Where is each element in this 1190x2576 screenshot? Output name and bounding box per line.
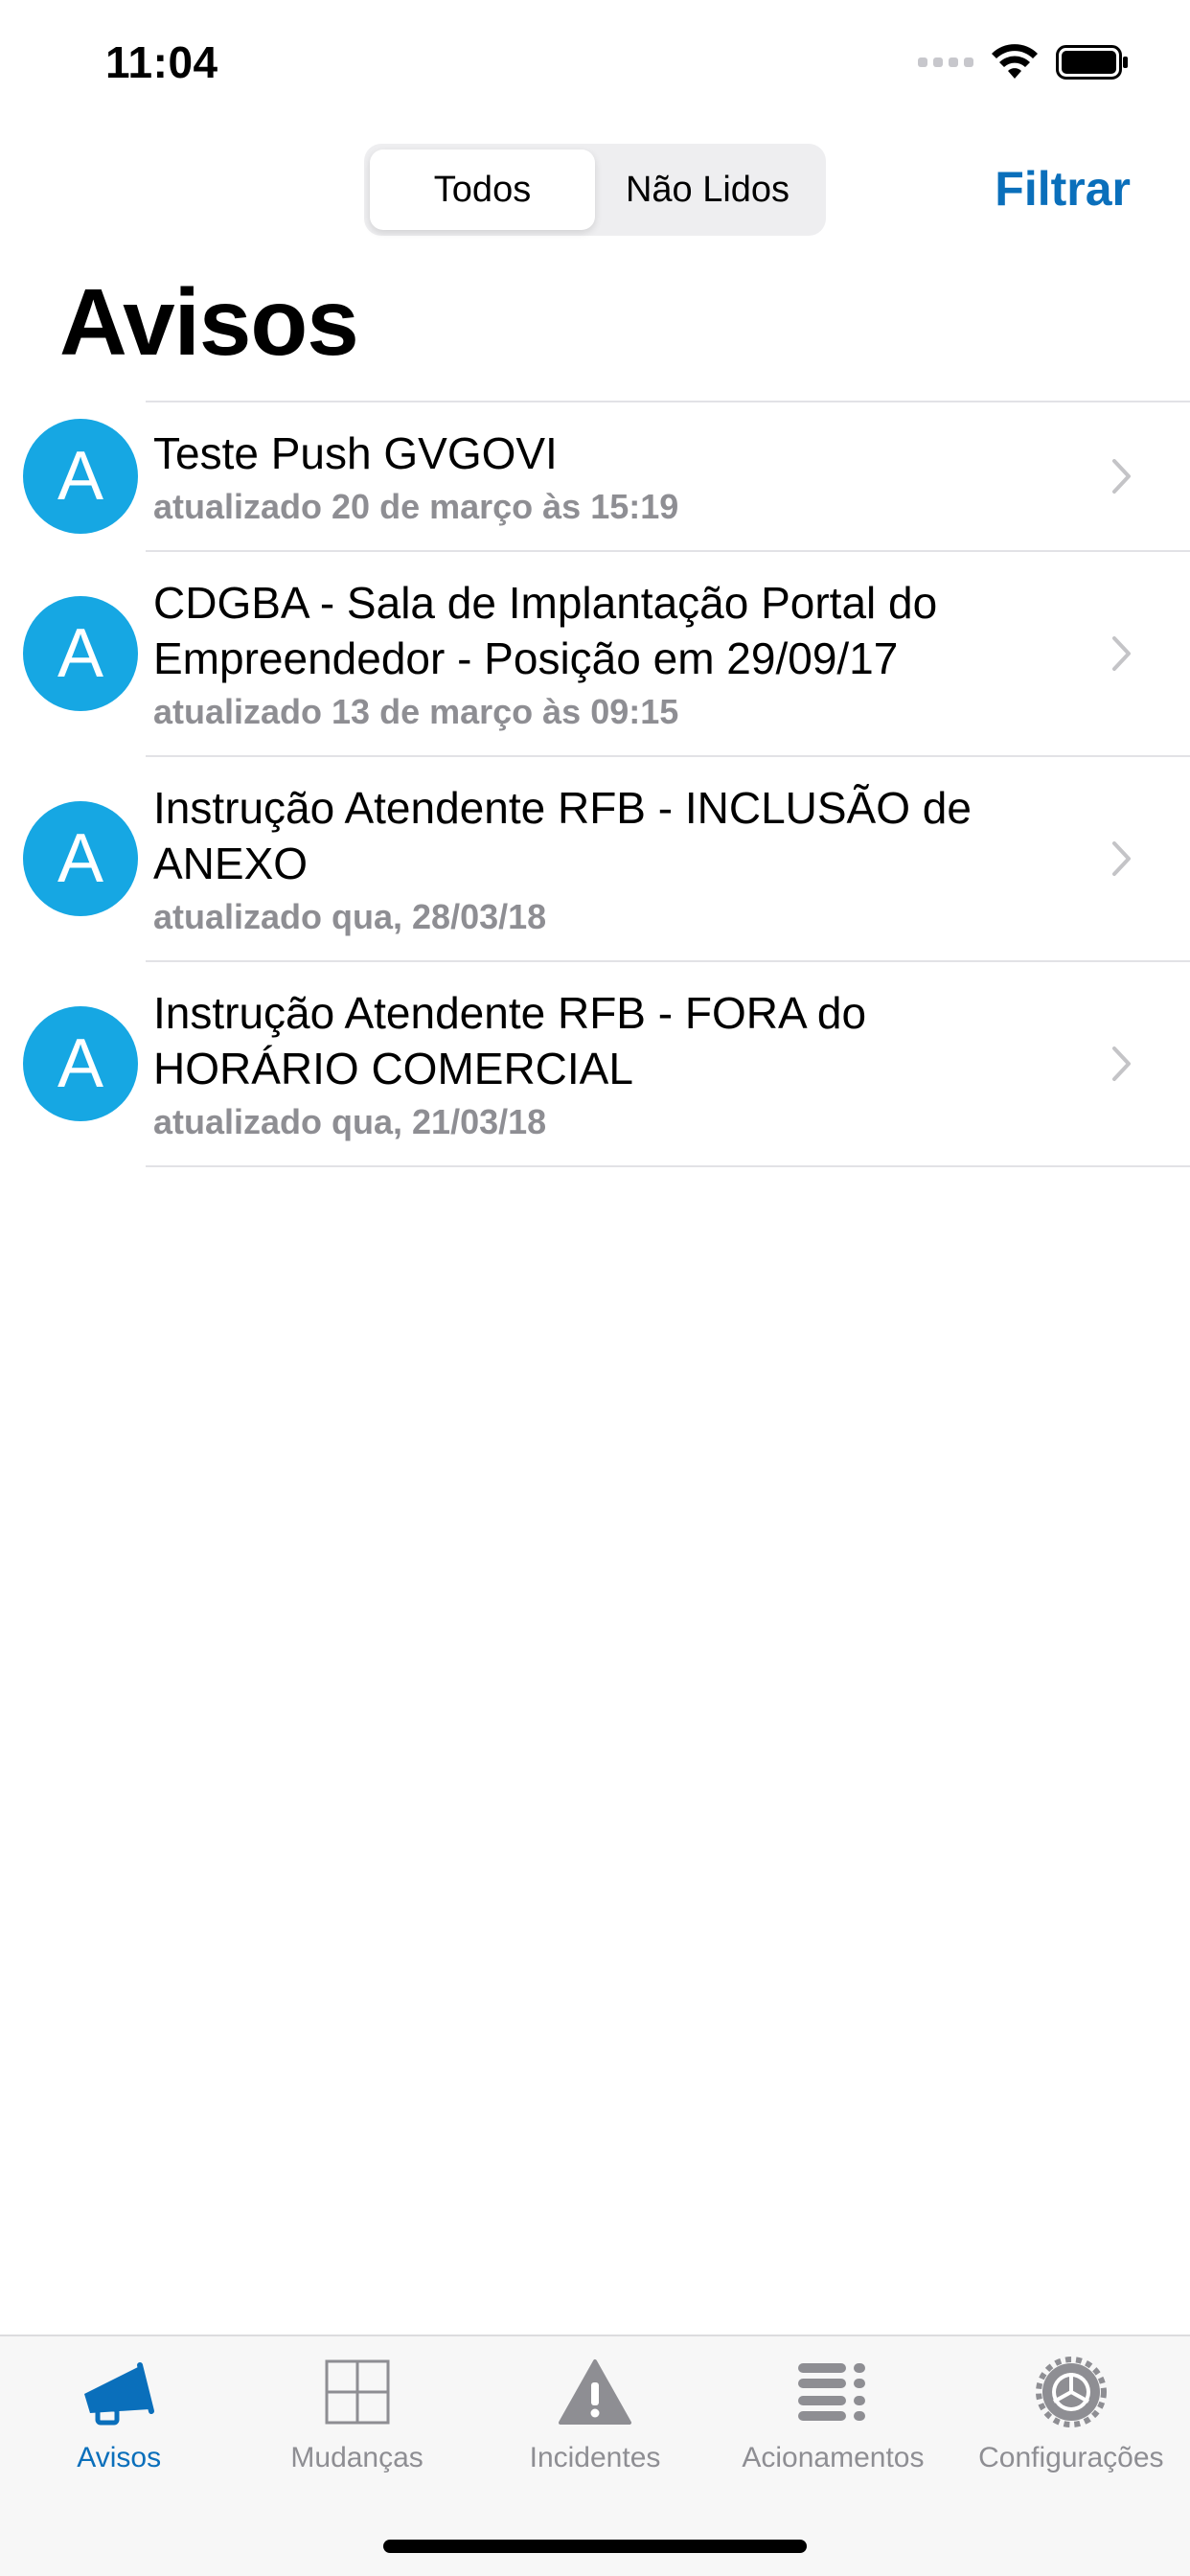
- filter-button[interactable]: Filtrar: [995, 161, 1131, 217]
- avatar: A: [23, 801, 138, 916]
- warning-icon: [559, 2359, 632, 2425]
- chevron-right-icon: [1112, 636, 1131, 671]
- chevron-right-icon: [1112, 459, 1131, 494]
- notice-title: Teste Push GVGOVI: [153, 428, 558, 478]
- filter-segmented-control: Todos Não Lidos: [364, 144, 826, 236]
- page-title: Avisos: [59, 269, 359, 375]
- notices-list: A Teste Push GVGOVI atualizado 20 de mar…: [0, 401, 1190, 1167]
- battery-icon: [1056, 45, 1129, 80]
- list-item[interactable]: A Instrução Atendente RFB - INCLUSÃO de …: [0, 757, 1190, 960]
- segment-nao-lidos[interactable]: Não Lidos: [595, 150, 820, 230]
- tab-label: Acionamentos: [742, 2442, 925, 2473]
- status-time: 11:04: [105, 37, 218, 87]
- notice-updated: atualizado qua, 21/03/18: [153, 1102, 547, 1141]
- tab-incidentes[interactable]: Incidentes: [476, 2336, 714, 2490]
- tab-acionamentos[interactable]: Acionamentos: [714, 2336, 951, 2490]
- wifi-icon: [991, 44, 1039, 80]
- tab-label: Mudanças: [290, 2442, 423, 2473]
- notice-title: Instrução Atendente RFB - INCLUSÃO de AN…: [153, 783, 972, 888]
- cellular-signal-icon: [918, 58, 973, 67]
- avatar: A: [23, 419, 138, 534]
- tab-bar: Avisos Mudanças Incidentes Acionamentos …: [0, 2334, 1190, 2576]
- tab-configuracoes[interactable]: Configurações: [952, 2336, 1190, 2490]
- tab-label: Configurações: [978, 2442, 1164, 2473]
- chevron-right-icon: [1112, 1046, 1131, 1081]
- megaphone-icon: [84, 2362, 155, 2426]
- status-indicators: [918, 44, 1129, 80]
- list-separator: [146, 1165, 1190, 1167]
- segment-todos[interactable]: Todos: [370, 150, 595, 230]
- notice-updated: atualizado 13 de março às 09:15: [153, 692, 679, 731]
- tab-mudancas[interactable]: Mudanças: [238, 2336, 475, 2490]
- tab-label: Avisos: [77, 2442, 162, 2473]
- notice-title: Instrução Atendente RFB - FORA do HORÁRI…: [153, 988, 867, 1093]
- avatar: A: [23, 596, 138, 711]
- chevron-right-icon: [1112, 841, 1131, 876]
- list-item[interactable]: A Teste Push GVGOVI atualizado 20 de mar…: [0, 402, 1190, 550]
- tab-label: Incidentes: [529, 2442, 661, 2473]
- notice-updated: atualizado 20 de março às 15:19: [153, 487, 679, 526]
- status-bar: 11:04: [0, 0, 1190, 126]
- avatar: A: [23, 1006, 138, 1121]
- grid-icon: [325, 2359, 390, 2425]
- tab-avisos[interactable]: Avisos: [0, 2336, 238, 2490]
- list-icon: [798, 2363, 866, 2421]
- list-item[interactable]: A Instrução Atendente RFB - FORA do HORÁ…: [0, 962, 1190, 1165]
- home-indicator: [383, 2540, 807, 2553]
- list-item[interactable]: A CDGBA - Sala de Implantação Portal do …: [0, 552, 1190, 755]
- notice-updated: atualizado qua, 28/03/18: [153, 897, 547, 936]
- notice-title: CDGBA - Sala de Implantação Portal do Em…: [153, 578, 938, 683]
- gear-icon: [1035, 2357, 1107, 2427]
